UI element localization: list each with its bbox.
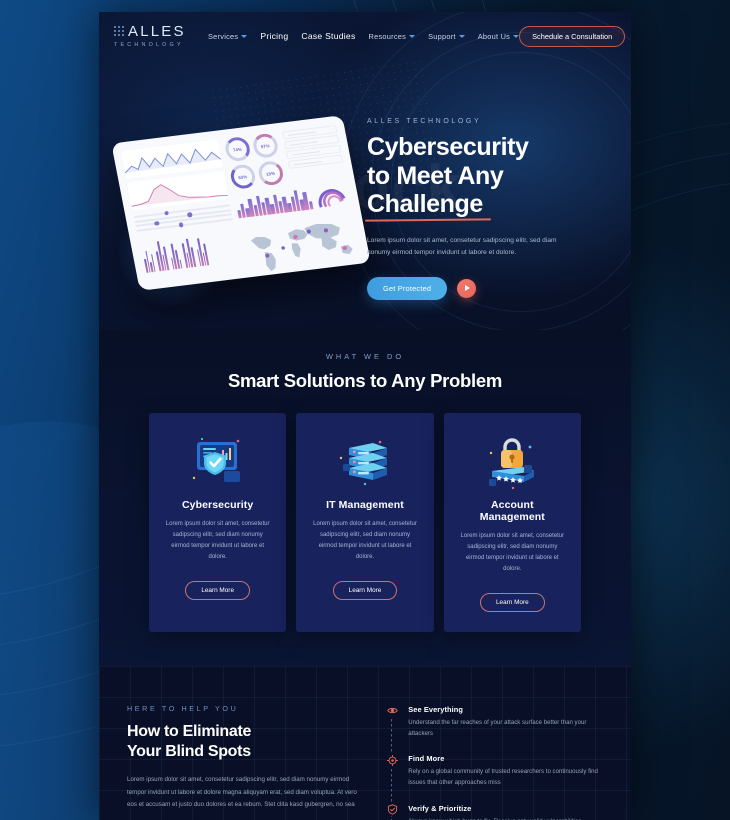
feature-item-verify-prioritize: Verify & Prioritize Always know which bu…: [386, 803, 603, 820]
hero-heading-line-1: Cybersecurity: [367, 133, 529, 161]
tablet-device: 74% 57% 63% 19%: [111, 115, 371, 291]
brand-logo[interactable]: ALLES TECHNOLOGY: [113, 24, 208, 48]
service-card-text: Lorem ipsum dolor sit amet, consetetur s…: [313, 521, 417, 561]
blind-spots-section: HERE TO HELP YOU How to Eliminate Your B…: [99, 666, 631, 820]
nav-label: Pricing: [260, 31, 289, 41]
nav-label: Resources: [368, 31, 407, 41]
blind-spots-paragraph: Lorem ipsum dolor sit amet, consetetur s…: [127, 776, 357, 808]
eye-icon: [386, 704, 400, 718]
get-protected-button[interactable]: Get Protected: [367, 276, 448, 300]
shield-check-icon: [386, 803, 400, 817]
hero-heading: Cybersecurity to Meet Any Challenge: [367, 133, 577, 219]
nav-item-case-studies[interactable]: Case Studies: [301, 31, 355, 41]
service-card-cybersecurity[interactable]: Cybersecurity Lorem ipsum dolor sit amet…: [149, 413, 287, 633]
feature-text: Understand the far reaches of your attac…: [408, 718, 587, 737]
feature-item-find-more: Find More Rely on a global community of …: [386, 753, 603, 789]
swirl-chart: [318, 189, 346, 208]
nav-label: Services: [208, 31, 239, 41]
target-icon: [386, 753, 400, 767]
blind-spots-eyebrow: HERE TO HELP YOU: [127, 704, 239, 714]
feature-list: See Everything Understand the far reache…: [384, 704, 603, 820]
chevron-down-icon: [458, 34, 465, 38]
feature-item-see-everything: See Everything Understand the far reache…: [386, 704, 603, 739]
hero-paragraph: Lorem ipsum dolor sit amet, consetetur s…: [367, 236, 557, 256]
hero-actions: Get Protected: [367, 276, 577, 300]
service-card-title: Account Management: [479, 499, 545, 523]
blind-spots-copy: HERE TO HELP YOU How to Eliminate Your B…: [127, 704, 360, 820]
histogram-chart: [234, 188, 314, 219]
nav-label: About Us: [477, 31, 511, 41]
what-we-do-section: WHAT WE DO Smart Solutions to Any Proble…: [99, 330, 631, 667]
service-card-title: IT Management: [326, 499, 404, 511]
play-icon: [465, 285, 471, 292]
service-cards: Cybersecurity Lorem ipsum dolor sit amet…: [99, 413, 631, 633]
chevron-down-icon: [241, 34, 248, 38]
screenshot-canvas: stock getty ALLES TECHNOLOGY Services: [0, 0, 730, 820]
service-card-it-management[interactable]: IT Management Lorem ipsum dolor sit amet…: [296, 413, 434, 633]
main-navigation: ALLES TECHNOLOGY Services Pricing Case S…: [99, 12, 631, 60]
service-card-account-management[interactable]: Account Management Lorem ipsum dolor sit…: [443, 413, 581, 633]
nav-label: Support: [428, 31, 456, 41]
service-card-text: Lorem ipsum dolor sit amet, consetetur s…: [460, 533, 565, 573]
learn-more-button[interactable]: Learn More: [479, 593, 545, 613]
schedule-consultation-button[interactable]: Schedule a Consultation: [519, 25, 626, 47]
hero-tablet-illustration: 74% 57% 63% 19%: [107, 115, 371, 308]
what-we-do-eyebrow: WHAT WE DO: [325, 352, 405, 361]
play-video-button[interactable]: [457, 278, 477, 298]
feature-title: See Everything: [408, 704, 464, 714]
nav-label: Case Studies: [301, 31, 356, 41]
blind-spots-title-line-1: How to Eliminate: [127, 723, 252, 741]
grouped-bar-chart: [137, 224, 240, 273]
logo-name: ALLES: [128, 23, 186, 40]
server-stack-icon: [310, 431, 419, 493]
dashboard-mock: 74% 57% 63% 19%: [120, 125, 363, 281]
what-we-do-title: Smart Solutions to Any Problem: [227, 370, 502, 391]
nav-item-pricing[interactable]: Pricing: [260, 31, 288, 41]
nav-menu: Services Pricing Case Studies Resources: [208, 31, 520, 41]
nav-item-services[interactable]: Services: [208, 31, 248, 41]
mini-table: [281, 125, 346, 183]
shield-monitor-icon: [163, 431, 272, 493]
logo-tagline: TECHNOLOGY: [114, 42, 184, 48]
service-card-title: Cybersecurity: [181, 499, 254, 511]
learn-more-button[interactable]: Learn More: [332, 581, 398, 601]
blind-spots-title: How to Eliminate Your Blind Spots: [127, 722, 360, 761]
logo-dots-icon: [113, 25, 126, 38]
service-card-text: Lorem ipsum dolor sit amet, consetetur s…: [165, 521, 270, 561]
padlock-password-icon: [458, 431, 567, 493]
blind-spots-title-line-2: Your Blind Spots: [127, 742, 251, 760]
feature-title: Verify & Prioritize: [408, 803, 472, 813]
hero-eyebrow: ALLES TECHNOLOGY: [367, 118, 482, 125]
hero-heading-line-2: to Meet Any: [367, 161, 504, 190]
chevron-down-icon: [409, 34, 416, 38]
world-map-chart: [240, 211, 363, 276]
donut-charts: 74% 57% 63% 19%: [223, 132, 287, 190]
website-page: stock getty ALLES TECHNOLOGY Services: [99, 12, 631, 820]
nav-item-about-us[interactable]: About Us: [477, 31, 520, 41]
hero-copy: ALLES TECHNOLOGY Cybersecurity to Meet A…: [367, 118, 577, 300]
feature-title: Find More: [408, 754, 445, 764]
nav-item-support[interactable]: Support: [428, 32, 465, 41]
feature-text: Rely on a global community of trusted re…: [408, 768, 598, 787]
nav-item-resources[interactable]: Resources: [369, 32, 416, 41]
hero-heading-line-3: Challenge: [367, 190, 483, 218]
learn-more-button[interactable]: Learn More: [185, 581, 250, 601]
hero-section: stock getty ALLES TECHNOLOGY Services: [99, 12, 631, 330]
